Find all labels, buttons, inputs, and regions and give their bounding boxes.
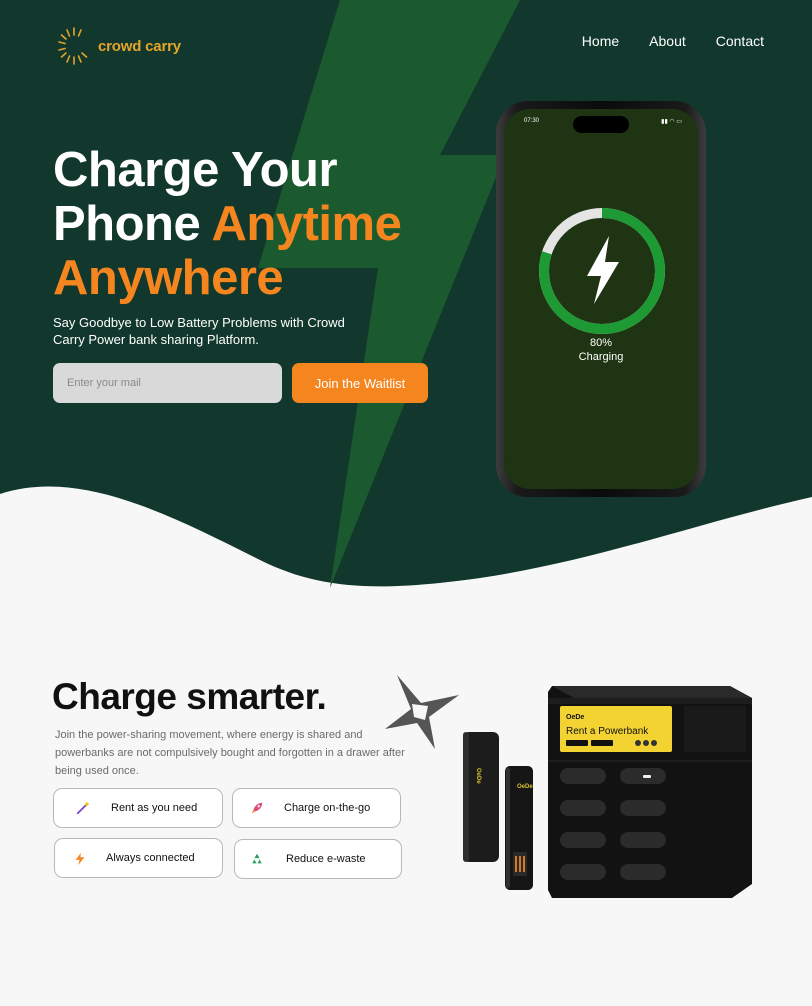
svg-text:OeDe: OeDe — [475, 768, 481, 784]
lightning-icon — [75, 852, 85, 866]
phone-mockup: 07:30 ▮▮ ◠ ▭ 80% Charging — [496, 101, 706, 497]
feature-label: Rent as you need — [111, 802, 198, 814]
headline-line3: Anywhere — [53, 251, 284, 305]
nav-link-contact[interactable]: Contact — [716, 33, 764, 49]
section-description: Join the power-sharing movement, where e… — [55, 729, 405, 777]
section-title: Charge smarter. — [52, 676, 327, 717]
hero-headline: Charge Your Phone Anytime Anywhere — [53, 143, 473, 305]
join-waitlist-button[interactable]: Join the Waitlist — [292, 363, 428, 403]
headline-line1: Charge Your — [53, 143, 338, 197]
battery-percent: 80% — [589, 337, 613, 349]
rocket-icon — [251, 802, 263, 814]
svg-text:OeDe: OeDe — [566, 714, 584, 721]
rental-kiosk: OeDe Rent a Powerbank — [548, 686, 752, 898]
logo-text-part1: crowd — [98, 37, 142, 55]
feature-charge-on-the-go[interactable]: Charge on-the-go — [232, 788, 401, 828]
sun-logo-icon — [58, 27, 88, 65]
logo-text-part2: carry — [145, 37, 181, 55]
svg-text:OeDe: OeDe — [517, 784, 533, 790]
phone-notch — [573, 116, 629, 133]
battery-ring — [539, 208, 665, 334]
feature-label: Reduce e-waste — [286, 853, 366, 865]
logo-text: crowd carry — [98, 38, 181, 55]
headline-line2-white: Phone — [53, 197, 201, 251]
phone-screen: 07:30 ▮▮ ◠ ▭ 80% Charging — [504, 109, 698, 489]
powerbank-device-small: OeDe — [505, 766, 533, 890]
hero-section: crowd carry Home About Contact Charge Yo… — [0, 0, 812, 600]
phone-status-time: 07:30 — [524, 118, 540, 124]
nav-link-about[interactable]: About — [649, 33, 686, 49]
kiosk-screen-text: Rent a Powerbank — [566, 726, 649, 737]
four-point-star-icon — [385, 675, 459, 749]
feature-reduce-e-waste[interactable]: Reduce e-waste — [234, 839, 402, 879]
top-nav: Home About Contact — [582, 33, 764, 49]
nav-link-home[interactable]: Home — [582, 33, 619, 49]
headline-line2-orange: Anytime — [211, 197, 402, 251]
magic-wand-icon — [76, 802, 89, 815]
recycle-icon — [252, 853, 262, 864]
hero-subtitle: Say Goodbye to Low Battery Problems with… — [53, 315, 345, 347]
charging-bolt-icon — [587, 236, 619, 304]
charging-label: Charging — [578, 351, 624, 363]
powerbank-device-tall: OeDe — [463, 732, 499, 862]
signal-battery-icon: ▮▮ ◠ ▭ — [661, 119, 682, 125]
powerbank-kiosk-illustration: OeDe OeDe OeDe Rent a Powerbank — [463, 686, 752, 898]
feature-always-connected[interactable]: Always connected — [54, 838, 223, 878]
email-input[interactable] — [53, 363, 282, 403]
logo[interactable]: crowd carry — [54, 22, 181, 70]
feature-rent-as-you-need[interactable]: Rent as you need — [53, 788, 223, 828]
feature-label: Always connected — [106, 852, 195, 864]
feature-label: Charge on-the-go — [284, 802, 371, 814]
